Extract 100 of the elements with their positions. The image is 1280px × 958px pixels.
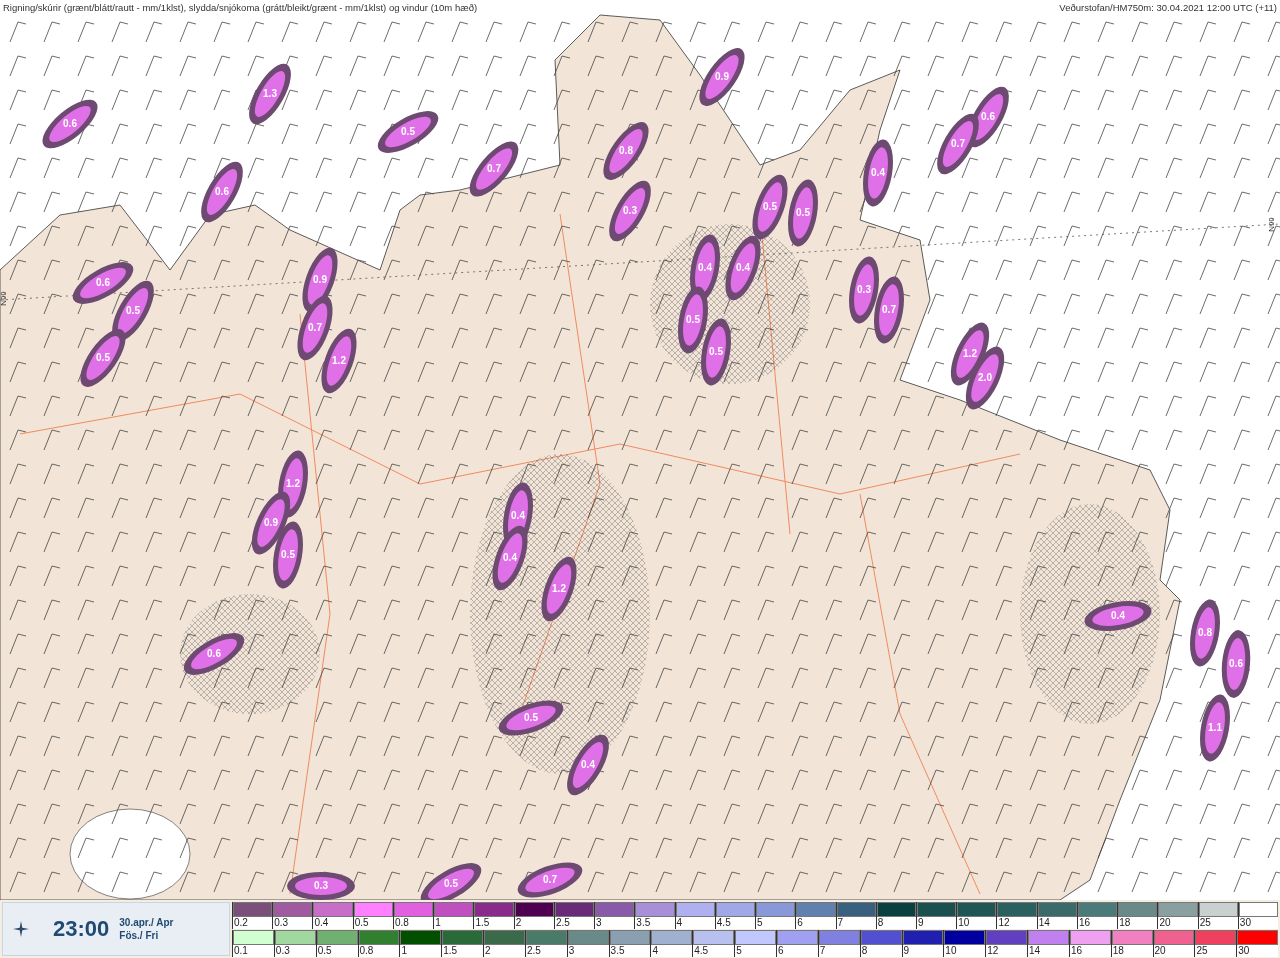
- precip-label: 0.5: [709, 346, 723, 358]
- legend-label: 30: [1238, 916, 1252, 929]
- legend-label: 0.3: [273, 916, 290, 929]
- legend-label: 7: [818, 944, 827, 957]
- compass-star-icon: [13, 921, 29, 937]
- legend-label: 4.5: [693, 944, 710, 957]
- precip-label: 0.7: [543, 874, 557, 886]
- legend-label: 6: [796, 916, 804, 929]
- legend-label: 20: [1153, 944, 1167, 957]
- precip-label: 2.0: [978, 372, 992, 384]
- precip-label: 0.5: [524, 712, 538, 724]
- legend-label: 14: [1028, 944, 1042, 957]
- legend-label: 20: [1158, 916, 1172, 929]
- legend-label: 10: [944, 944, 958, 957]
- latitude-label: 66N: [1266, 217, 1276, 232]
- legend-label: 0.8: [393, 916, 410, 929]
- precip-label: 0.5: [126, 305, 140, 317]
- precip-label: 1.2: [286, 478, 300, 490]
- legend-label: 16: [1077, 916, 1092, 929]
- legend-label: 12: [997, 916, 1011, 929]
- precip-label: 0.6: [207, 648, 221, 660]
- precip-label: 1.2: [552, 583, 566, 595]
- forecast-time: 23:00: [52, 916, 110, 942]
- legend-label: 1.5: [474, 916, 491, 929]
- latitude-label: 66N: [0, 291, 8, 306]
- precip-label: 0.5: [796, 207, 810, 219]
- precip-label: 0.9: [313, 274, 327, 286]
- precip-label: 0.8: [619, 145, 633, 157]
- precip-label: 1.3: [263, 88, 277, 100]
- legend-label: 9: [917, 916, 925, 929]
- precip-label: 0.5: [686, 314, 700, 326]
- precip-label: 0.6: [63, 118, 77, 130]
- forecast-date: 30.apr./ Apr: [119, 917, 174, 928]
- legend-label: 10: [957, 916, 971, 929]
- precip-label: 0.4: [736, 262, 750, 274]
- legend-label: 5: [756, 916, 764, 929]
- legend-label: 0.5: [353, 916, 370, 929]
- precip-label: 0.6: [981, 111, 995, 123]
- precip-label: 0.4: [581, 759, 595, 771]
- precip-label: 0.5: [96, 352, 110, 364]
- precip-label: 1.1: [1208, 722, 1222, 734]
- precip-label: 1.2: [963, 348, 977, 360]
- legend-label: 4.5: [715, 916, 732, 929]
- legend-label: 7: [836, 916, 845, 929]
- legend-label: 9: [902, 944, 911, 957]
- precip-label: 0.4: [871, 167, 885, 179]
- precip-label: 0.5: [401, 126, 415, 138]
- legend-label: 2: [484, 944, 492, 957]
- precip-label: 0.8: [1198, 627, 1212, 639]
- legend-label: 12: [986, 944, 1000, 957]
- legend-label: 25: [1198, 916, 1212, 929]
- precip-label: 0.3: [623, 205, 637, 217]
- precip-label: 0.6: [1229, 658, 1243, 670]
- precip-label: 0.6: [96, 277, 110, 289]
- precip-label: 0.4: [503, 552, 517, 564]
- legend-label: 0.1: [233, 944, 249, 957]
- legend-label: 18: [1118, 916, 1132, 929]
- precip-label: 0.9: [715, 71, 729, 83]
- legend-label: 16: [1069, 944, 1083, 957]
- legend-label: 14: [1037, 916, 1051, 929]
- legend-label: 1.5: [442, 944, 459, 957]
- legend-label: 8: [876, 916, 885, 929]
- legend-label: 0.4: [313, 916, 330, 929]
- legend-label: 1: [434, 916, 442, 929]
- precip-label: 0.7: [308, 322, 322, 334]
- legend-label: 25: [1195, 944, 1209, 957]
- legend-label: 6: [776, 944, 785, 957]
- map-title: Rigning/skúrir (grænt/blátt/rautt - mm/1klst), slydda/snjókoma (grátt/bleikt/grænt - mm/1klst) og vindur (10m hæð): [3, 1, 478, 13]
- precip-label: 0.3: [314, 880, 328, 892]
- precip-label: 0.7: [951, 138, 965, 150]
- legend-label: 0.3: [274, 944, 291, 957]
- legend-label: 3: [595, 916, 603, 929]
- legend-label: 8: [860, 944, 869, 957]
- precip-label: 0.6: [215, 186, 229, 198]
- legend-label: 4: [675, 916, 684, 929]
- map-source: Veðurstofan/HM750m: 30.04.2021 12:00 UTC (+11): [1059, 1, 1277, 13]
- precip-label: 0.4: [698, 262, 712, 274]
- precip-label: 0.3: [857, 284, 871, 296]
- legend-label: 3: [567, 944, 576, 957]
- legend-label: 0.2: [233, 916, 249, 929]
- precip-label: 0.4: [1111, 610, 1125, 622]
- legend-label: 4: [651, 944, 659, 957]
- legend-label: 0.8: [358, 944, 375, 957]
- precip-label: 0.5: [444, 878, 458, 890]
- forecast-weekday: Fös./ Fri: [119, 930, 160, 941]
- legend-label: 30: [1237, 944, 1251, 957]
- legend-label: 1: [400, 944, 408, 957]
- precip-label: 0.7: [882, 304, 896, 316]
- legend-label: 3.5: [609, 944, 626, 957]
- legend-label: 0.5: [316, 944, 333, 957]
- legend-label: 3.5: [635, 916, 652, 929]
- legend-label: 2.5: [525, 944, 542, 957]
- precip-label: 1.2: [332, 355, 346, 367]
- legend-label: 18: [1111, 944, 1125, 957]
- precip-label: 0.5: [281, 549, 295, 561]
- precip-label: 0.5: [763, 201, 777, 213]
- legend-label: 5: [735, 944, 743, 957]
- precip-label: 0.7: [487, 163, 501, 175]
- legend-label: 2: [514, 916, 523, 929]
- legend-label: 2.5: [554, 916, 571, 929]
